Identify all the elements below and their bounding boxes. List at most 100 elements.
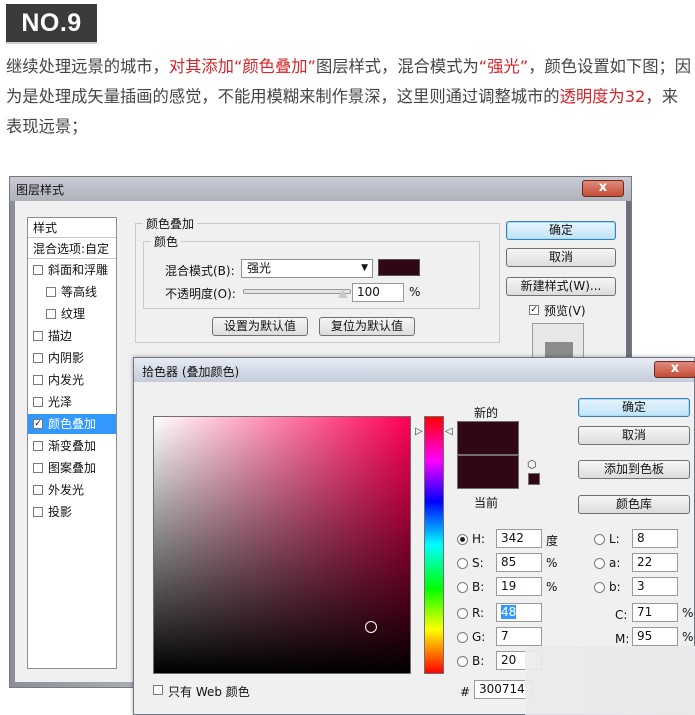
only-web-colors-label: 只有 Web 颜色: [168, 685, 250, 699]
hex-label: #: [460, 685, 471, 699]
opacity-slider-thumb[interactable]: [338, 289, 348, 298]
style-checkbox[interactable]: [33, 441, 43, 451]
color-libraries-button[interactable]: 颜色库: [578, 495, 690, 514]
style-item-label: 颜色叠加: [48, 417, 97, 431]
color-field-marker[interactable]: [365, 621, 377, 633]
hex-input[interactable]: 300714: [474, 680, 532, 699]
new-color-label: 新的: [474, 406, 499, 420]
style-checkbox[interactable]: [33, 375, 43, 385]
style-checkbox[interactable]: [46, 309, 56, 319]
style-checkbox[interactable]: [33, 265, 43, 275]
opacity-slider[interactable]: [243, 289, 351, 294]
color-picker-close-button[interactable]: x: [654, 361, 695, 378]
style-item-label: 图案叠加: [48, 461, 97, 475]
lab-b-label: b:: [609, 580, 621, 594]
green-radio[interactable]: [457, 632, 468, 643]
lab-b-radio[interactable]: [594, 582, 605, 593]
hue-label: H:: [472, 532, 486, 546]
style-item-label: 投影: [48, 505, 73, 519]
style-item[interactable]: 等高线: [28, 282, 116, 302]
style-checkbox[interactable]: [33, 353, 43, 363]
hue-radio[interactable]: [457, 534, 468, 545]
web-safe-swatch[interactable]: [528, 473, 540, 485]
image-fade-overlay: [525, 646, 695, 715]
add-to-swatches-button[interactable]: 添加到色板: [578, 460, 690, 479]
cube-icon[interactable]: ⬡: [527, 458, 537, 471]
style-checkbox[interactable]: [33, 507, 43, 517]
style-item[interactable]: 斜面和浮雕: [28, 260, 116, 280]
magenta-input[interactable]: 95: [632, 627, 678, 646]
step-badge: NO.9: [6, 4, 97, 42]
style-item-label: 外发光: [48, 483, 85, 497]
new-style-button[interactable]: 新建样式(W)...: [506, 277, 616, 296]
lab-a-input[interactable]: 22: [632, 553, 678, 572]
style-item[interactable]: 内发光: [28, 370, 116, 390]
opacity-input[interactable]: 100: [352, 283, 404, 302]
styles-header[interactable]: 样式: [28, 218, 116, 238]
style-checkbox[interactable]: [46, 287, 56, 297]
layer-style-close-button[interactable]: x: [582, 180, 624, 197]
color-overlay-group-title: 颜色叠加: [143, 215, 198, 232]
hue-slider[interactable]: [424, 416, 444, 674]
style-checkbox[interactable]: [33, 463, 43, 473]
para-highlight-3: 透明度为32: [559, 87, 646, 106]
style-item[interactable]: 投影: [28, 502, 116, 522]
lab-a-radio[interactable]: [594, 558, 605, 569]
preview-checkbox[interactable]: ✓: [529, 305, 539, 315]
layer-style-title: 图层样式: [16, 183, 65, 197]
set-default-button[interactable]: 设置为默认值: [212, 317, 308, 336]
red-input[interactable]: 48: [496, 603, 542, 622]
red-radio[interactable]: [457, 608, 468, 619]
picker-ok-button[interactable]: 确定: [578, 398, 690, 417]
saturation-input[interactable]: 85: [496, 553, 542, 572]
green-input[interactable]: 7: [496, 627, 542, 646]
cyan-input[interactable]: 71: [632, 603, 678, 622]
style-item-label: 等高线: [61, 285, 98, 299]
style-item[interactable]: 外发光: [28, 480, 116, 500]
color-field[interactable]: [153, 416, 411, 674]
style-item[interactable]: 光泽: [28, 392, 116, 412]
brightness-unit: %: [546, 580, 558, 594]
style-item-label: 纹理: [61, 307, 86, 321]
style-checkbox[interactable]: [33, 331, 43, 341]
blue-radio[interactable]: [457, 656, 468, 667]
lab-l-input[interactable]: 8: [632, 529, 678, 548]
style-item-label: 描边: [48, 329, 73, 343]
green-label: G:: [472, 630, 486, 644]
color-picker-titlebar: 拾色器 (叠加颜色) x: [134, 358, 695, 382]
brightness-label: B:: [472, 580, 485, 594]
style-item[interactable]: 纹理: [28, 304, 116, 324]
style-item-label: 光泽: [48, 395, 73, 409]
opacity-label: 不透明度(O):: [165, 287, 236, 301]
style-item[interactable]: ✓ 颜色叠加: [28, 414, 116, 434]
style-item[interactable]: 描边: [28, 326, 116, 346]
layer-style-ok-button[interactable]: 确定: [506, 221, 616, 240]
lab-b-input[interactable]: 3: [632, 577, 678, 596]
tutorial-paragraph: 继续处理远景的城市，对其添加“颜色叠加”图层样式，混合模式为“强光”，颜色设置如…: [6, 52, 692, 142]
style-item-label: 内发光: [48, 373, 85, 387]
overlay-color-swatch[interactable]: [378, 259, 420, 276]
style-item[interactable]: 内阴影: [28, 348, 116, 368]
color-picker-title: 拾色器 (叠加颜色): [142, 365, 240, 379]
only-web-colors-checkbox[interactable]: [153, 685, 163, 695]
style-checkbox[interactable]: [33, 485, 43, 495]
current-color-swatch[interactable]: [457, 455, 519, 489]
saturation-radio[interactable]: [457, 558, 468, 569]
layer-style-cancel-button[interactable]: 取消: [506, 248, 616, 267]
blend-mode-select[interactable]: 强光 ▼: [241, 259, 373, 278]
hue-unit: 度: [546, 534, 559, 548]
brightness-input[interactable]: 19: [496, 577, 542, 596]
blend-options-item[interactable]: 混合选项:自定: [28, 239, 116, 259]
style-item[interactable]: 渐变叠加: [28, 436, 116, 456]
style-checkbox[interactable]: [33, 397, 43, 407]
style-item[interactable]: 图案叠加: [28, 458, 116, 478]
style-checkbox[interactable]: ✓: [33, 419, 43, 429]
picker-cancel-button[interactable]: 取消: [578, 426, 690, 445]
opacity-unit: %: [409, 285, 421, 299]
new-color-swatch: [457, 421, 519, 455]
hue-input[interactable]: 342: [496, 529, 542, 548]
lab-l-radio[interactable]: [594, 534, 605, 545]
para-text-1: 继续处理远景的城市，: [6, 57, 169, 76]
reset-default-button[interactable]: 复位为默认值: [319, 317, 415, 336]
brightness-radio[interactable]: [457, 582, 468, 593]
